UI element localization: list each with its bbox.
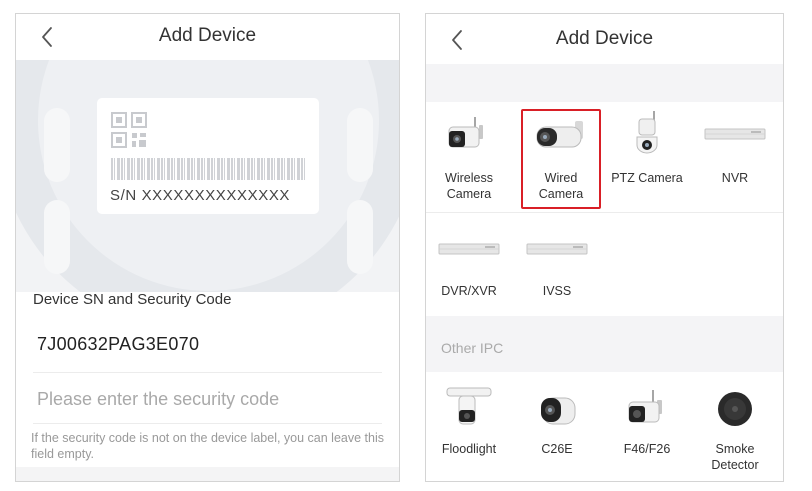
device-label-illustration: S/N XXXXXXXXXXXXXX: [16, 60, 399, 292]
other-ipc-label: Other IPC: [441, 340, 504, 356]
device-type-name: Floodlight: [441, 442, 497, 456]
field-divider: [33, 423, 382, 424]
device-sn-value: 7J00632PAG3E070: [37, 334, 200, 354]
ptz-camera-icon: [636, 111, 658, 154]
security-code-hint: If the security code is not on the devic…: [31, 431, 384, 461]
qr-code-icon: [111, 112, 147, 148]
other-ipc-smoke-detector[interactable]: Smoke Detector: [695, 384, 775, 479]
device-type-name: IVSS: [542, 284, 572, 298]
device-type-ivss[interactable]: IVSS: [517, 229, 597, 299]
device-type-name: DVR/XVR: [441, 284, 497, 298]
sn-section-label: Device SN and Security Code: [33, 291, 232, 308]
label-sn-text: S/N XXXXXXXXXXXXXX: [110, 187, 291, 204]
c26e-camera-icon: [541, 397, 576, 425]
device-type-name: PTZ Camera: [611, 171, 683, 185]
device-type-name: Detector: [711, 458, 759, 472]
device-type-name: Wireless: [445, 171, 493, 185]
wired-camera-icon: [536, 121, 583, 148]
row-divider: [426, 212, 783, 213]
device-type-wireless-camera[interactable]: Wireless Camera: [429, 109, 509, 209]
page-title: Add Device: [158, 25, 257, 46]
f46-camera-icon: [628, 390, 662, 423]
nav-bar: Add Device: [16, 14, 399, 60]
barcode-graphic: [111, 158, 307, 180]
device-type-name: Wired: [544, 171, 578, 185]
smoke-detector-icon: [718, 392, 752, 426]
device-type-dvr-xvr[interactable]: DVR/XVR: [429, 229, 509, 299]
section-spacer: [426, 64, 783, 102]
device-type-nvr[interactable]: NVR: [695, 109, 775, 209]
wireless-camera-icon: [448, 117, 483, 148]
device-type-name: Camera: [538, 187, 584, 201]
device-type-name: C26E: [541, 442, 573, 456]
ivss-icon: [526, 243, 588, 255]
device-type-screen: Add Device Wireless Camera Wired Camera: [425, 13, 784, 482]
device-label-card: S/N XXXXXXXXXXXXXX: [97, 98, 319, 214]
nvr-icon: [704, 128, 766, 140]
security-code-input[interactable]: [31, 384, 381, 414]
security-code-screen: Add Device S/N XXXXXXXXXXXXXX Device SN …: [15, 13, 400, 482]
other-ipc-floodlight[interactable]: Floodlight: [429, 384, 509, 479]
field-divider: [33, 372, 382, 373]
floodlight-camera-icon: [446, 387, 492, 425]
other-ipc-c26e[interactable]: C26E: [517, 384, 597, 479]
device-type-name: NVR: [721, 171, 749, 185]
nav-bar: Add Device: [426, 14, 783, 60]
device-type-name: Smoke: [715, 442, 755, 456]
dvr-icon: [438, 243, 500, 255]
device-type-wired-camera[interactable]: Wired Camera: [521, 109, 601, 209]
page-title: Add Device: [555, 28, 654, 49]
bottom-spacer: [16, 467, 399, 481]
other-ipc-f46-f26[interactable]: F46/F26: [607, 384, 687, 479]
device-type-name: F46/F26: [623, 442, 671, 456]
device-type-ptz-camera[interactable]: PTZ Camera: [607, 109, 687, 209]
device-type-name: Camera: [446, 187, 492, 201]
